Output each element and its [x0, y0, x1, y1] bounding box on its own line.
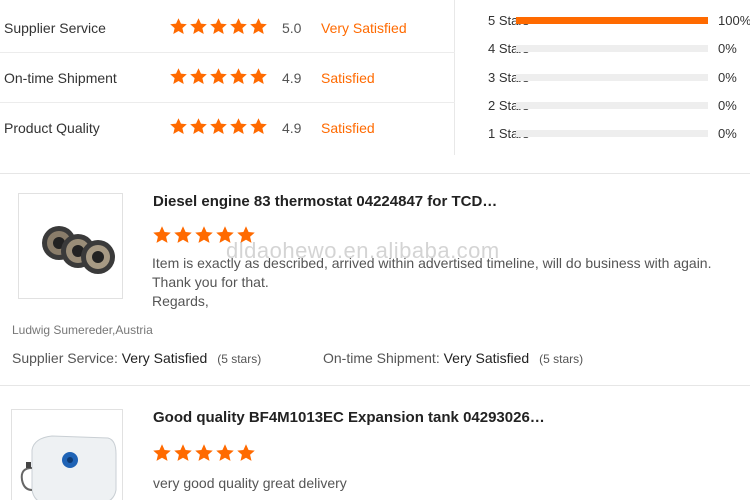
review-shipment-rating: On-time Shipment: Very Satisfied (5 star…: [323, 350, 583, 366]
star-rating: [169, 117, 268, 136]
distribution-bar: [516, 45, 708, 52]
distribution-bar: [516, 130, 708, 137]
distribution-bar: [516, 17, 708, 24]
star-icon: [190, 118, 207, 135]
star-icon: [153, 444, 171, 461]
star-icon: [237, 226, 255, 243]
distribution-row-2: 2 Stars 0%: [488, 95, 750, 115]
thermostat-image: [19, 194, 122, 298]
supplier-service-stars: (5 stars): [217, 352, 262, 366]
review-star-rating: [152, 443, 256, 463]
supplier-service-label: Supplier Service:: [12, 350, 118, 366]
product-thumbnail[interactable]: [11, 409, 123, 500]
star-icon: [190, 18, 207, 35]
star-icon: [237, 444, 255, 461]
star-rating: [169, 67, 268, 86]
review-item: Good quality BF4M1013EC Expansion tank 0…: [0, 385, 750, 500]
star-rating: [169, 17, 268, 36]
distribution-bar: [516, 74, 708, 81]
product-thumbnail[interactable]: [18, 193, 123, 299]
star-icon: [210, 68, 227, 85]
reviewer-name: Ludwig Sumereder,Austria: [12, 323, 153, 337]
distribution-percent: 0%: [718, 69, 737, 85]
star-icon: [170, 68, 187, 85]
review-product-title[interactable]: Diesel engine 83 thermostat 04224847 for…: [153, 193, 497, 210]
distribution-percent: 0%: [718, 97, 737, 113]
metric-label: On-time Shipment: [4, 69, 117, 86]
metric-score: 4.9: [282, 69, 302, 86]
star-icon: [153, 226, 171, 243]
review-item: Diesel engine 83 thermostat 04224847 for…: [0, 173, 750, 385]
distribution-percent: 0%: [718, 40, 737, 56]
metric-verdict: Very Satisfied: [321, 19, 407, 36]
distribution-bar: [516, 102, 708, 109]
review-text-line: Item is exactly as described, arrived wi…: [152, 255, 712, 271]
shipment-stars: (5 stars): [539, 352, 584, 366]
expansion-tank-image: [12, 410, 122, 500]
star-icon: [174, 444, 192, 461]
star-icon: [170, 118, 187, 135]
metric-score: 5.0: [282, 19, 302, 36]
metric-verdict: Satisfied: [321, 69, 375, 86]
star-icon: [190, 68, 207, 85]
star-icon: [170, 18, 187, 35]
review-text-line: Thank you for that.: [152, 274, 269, 290]
shipment-label: On-time Shipment:: [323, 350, 440, 366]
star-icon: [210, 118, 227, 135]
metric-on-time-shipment: On-time Shipment 4.9 Satisfied: [0, 53, 455, 103]
distribution-row-1: 1 Stars 0%: [488, 123, 750, 143]
distribution-bar-fill: [516, 17, 708, 24]
review-text-line: very good quality great delivery: [153, 475, 347, 491]
metric-supplier-service: Supplier Service 5.0 Very Satisfied: [0, 3, 455, 53]
star-icon: [210, 18, 227, 35]
star-icon: [174, 226, 192, 243]
distribution-row-4: 4 Stars 0%: [488, 38, 750, 58]
star-icon: [250, 18, 267, 35]
metric-product-quality: Product Quality 4.9 Satisfied: [0, 103, 455, 153]
metric-label: Product Quality: [4, 120, 100, 136]
star-icon: [230, 118, 247, 135]
shipment-value: Very Satisfied: [443, 350, 530, 366]
review-product-title[interactable]: Good quality BF4M1013EC Expansion tank 0…: [153, 409, 545, 426]
review-star-rating: [152, 225, 256, 245]
star-icon: [216, 226, 234, 243]
distribution-percent: 0%: [718, 125, 737, 141]
supplier-service-value: Very Satisfied: [121, 350, 208, 366]
metric-verdict: Satisfied: [321, 120, 375, 136]
star-icon: [230, 18, 247, 35]
star-icon: [230, 68, 247, 85]
star-icon: [195, 444, 213, 461]
distribution-row-3: 3 Stars 0%: [488, 67, 750, 87]
star-icon: [216, 444, 234, 461]
rating-metrics: Supplier Service 5.0 Very Satisfied On-t…: [0, 0, 455, 155]
metric-label: Supplier Service: [4, 19, 106, 36]
review-supplier-rating: Supplier Service: Very Satisfied (5 star…: [12, 350, 261, 366]
distribution-row-5: 5 Stars 100%: [488, 10, 750, 30]
review-text: very good quality great delivery: [153, 474, 743, 493]
star-icon: [250, 68, 267, 85]
star-icon: [250, 118, 267, 135]
star-icon: [195, 226, 213, 243]
distribution-percent: 100%: [718, 12, 750, 28]
metric-score: 4.9: [282, 120, 302, 136]
review-text: Item is exactly as described, arrived wi…: [152, 254, 747, 311]
review-text-line: Regards,: [152, 293, 209, 309]
